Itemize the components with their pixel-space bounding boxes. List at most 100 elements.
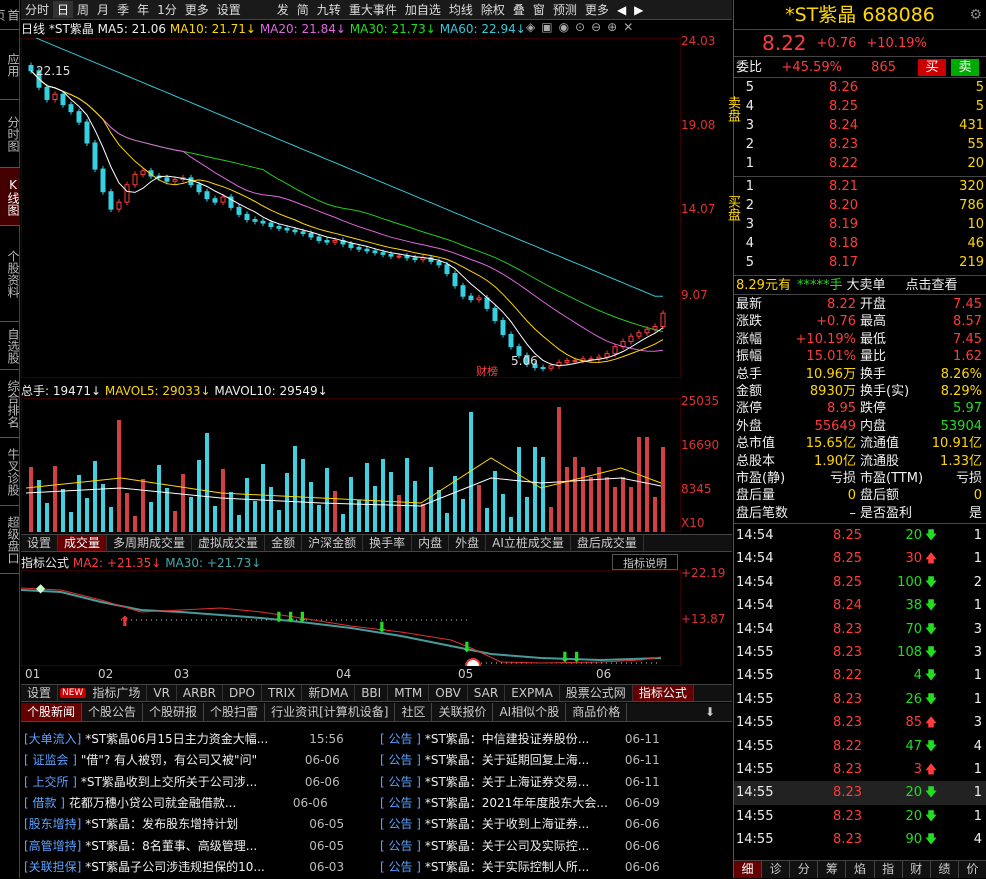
tab-indicator-formula[interactable]: 指标公式 — [632, 685, 694, 701]
news-tab[interactable]: 个股研报 — [143, 703, 205, 721]
tab-item[interactable]: BBI — [355, 685, 389, 701]
big-order-link[interactable]: 点击查看 — [905, 276, 957, 294]
indicator-help-button[interactable]: 指标说明 — [612, 554, 678, 570]
news-item[interactable]: [大单流入] *ST紫晶06月15日主力资金大幅... 15:56 — [24, 730, 374, 751]
tab-item[interactable]: 沪深金额 — [302, 535, 364, 551]
news-tab[interactable]: 个股扫雷 — [204, 703, 266, 721]
tab-setting[interactable]: 设置 — [21, 685, 59, 701]
sidenav-item[interactable]: 个股资料 — [0, 226, 20, 322]
toolbar-item[interactable]: 更多 — [181, 1, 213, 18]
toolbar-item[interactable]: 1分 — [153, 1, 181, 18]
news-item[interactable]: [ 公告 ] *ST紫晶：关于实际控制人所... 06-06 — [380, 858, 730, 879]
news-tab[interactable]: AI相似个股 — [493, 703, 567, 721]
panel-tab[interactable]: 筹 — [818, 861, 847, 878]
sidenav-item[interactable]: 自选股 — [0, 322, 20, 370]
panel-tab[interactable]: 细 — [734, 861, 763, 878]
panel-tab[interactable]: 分 — [790, 861, 819, 878]
news-item[interactable]: [高管增持] *ST紫晶：8名董事、高级管理... 06-05 — [24, 837, 374, 858]
tab-item[interactable]: 新DMA — [302, 685, 356, 701]
news-item[interactable]: [ 证监会 ] "借"? 有人被罚，有公司又被"问" 06-06 — [24, 751, 374, 772]
tab-item[interactable]: 多周期成交量 — [107, 535, 193, 551]
news-tab[interactable]: 个股公告 — [82, 703, 144, 721]
chart-control-icons[interactable]: ◈▣◉⊙⊖⊕✕ — [526, 20, 639, 34]
sidenav-item[interactable]: 分时图 — [0, 100, 20, 168]
event-marker-icon[interactable] — [465, 658, 481, 666]
news-tab[interactable]: 关联报价 — [432, 703, 494, 721]
toolbar-item[interactable]: 九转 — [313, 1, 345, 18]
toolbar-item[interactable]: 均线 — [445, 1, 477, 18]
toolbar-item[interactable]: 窗 — [529, 1, 549, 18]
download-icon[interactable]: ⬇ — [705, 705, 715, 719]
news-tab[interactable]: 商品价格 — [566, 703, 628, 721]
news-item[interactable]: [股东增持] *ST紫晶：发布股东增持计划 06-05 — [24, 815, 374, 836]
tab-item[interactable]: 盘后成交量 — [571, 535, 644, 551]
panel-tab[interactable]: 价 — [958, 861, 986, 878]
tab-item[interactable]: 金额 — [265, 535, 303, 551]
volume-chart[interactable] — [21, 398, 681, 532]
panel-tab[interactable]: 指 — [874, 861, 903, 878]
toolbar-item[interactable]: 年 — [133, 1, 153, 18]
tab-item[interactable]: VR — [147, 685, 177, 701]
tab-volume[interactable]: 成交量 — [58, 535, 108, 551]
sidenav-item[interactable]: K线图 — [0, 168, 20, 226]
toolbar-item[interactable]: 周 — [73, 1, 93, 18]
news-item[interactable]: [ 公告 ] *ST紫晶：关于公司及实际控... 06-06 — [380, 837, 730, 858]
toolbar-item[interactable]: 设置 — [213, 1, 245, 18]
news-tab[interactable]: 行业资讯[计算机设备] — [265, 703, 396, 721]
sidenav-item[interactable]: 牛叉诊股 — [0, 438, 20, 506]
tab-item[interactable]: MTM — [388, 685, 430, 701]
toolbar-item[interactable]: 预测 — [549, 1, 581, 18]
tab-item[interactable]: 股票公式网 — [560, 685, 633, 701]
panel-tab[interactable]: 诊 — [762, 861, 791, 878]
tab-item[interactable]: 内盘 — [412, 535, 450, 551]
toolbar-item[interactable]: 加自选 — [401, 1, 445, 18]
news-item[interactable]: [ 公告 ] *ST紫晶：关于上海证券交易... 06-11 — [380, 773, 730, 794]
sidenav-item[interactable]: 应用 — [0, 30, 20, 100]
candlestick-chart[interactable]: 22.15 5.06 财榜 — [21, 38, 681, 378]
gear-icon[interactable]: ⚙ — [969, 0, 982, 30]
tab-item[interactable]: ARBR — [177, 685, 224, 701]
toolbar-item[interactable]: 发 — [273, 1, 293, 18]
news-item[interactable]: [ 公告 ] *ST紫晶：中信建投证券股份... 06-11 — [380, 730, 730, 751]
toolbar-item[interactable]: 叠 — [509, 1, 529, 18]
tab-item[interactable]: DPO — [223, 685, 262, 701]
toolbar-item[interactable]: 重大事件 — [345, 1, 401, 18]
toolbar-item[interactable]: 简 — [293, 1, 313, 18]
tab-setting[interactable]: 设置 — [21, 535, 59, 551]
toolbar-item[interactable]: 除权 — [477, 1, 509, 18]
news-tab[interactable]: 社区 — [395, 703, 433, 721]
news-item[interactable]: [ 公告 ] *ST紫晶：关于延期回复上海... 06-11 — [380, 751, 730, 772]
tab-item[interactable]: 指标广场 — [86, 685, 148, 701]
forward-icon[interactable]: ▶ — [630, 3, 647, 17]
sell-button[interactable]: 卖 — [951, 59, 979, 76]
indicator-chart[interactable]: ◆ ⬆ ⬇⬇⬇ ⬇ ⬇ ⬇⬇ — [21, 570, 681, 666]
news-item[interactable]: [ 公告 ] *ST紫晶：关于收到上海证券... 06-06 — [380, 815, 730, 836]
tab-item[interactable]: TRIX — [262, 685, 303, 701]
tab-item[interactable]: SAR — [468, 685, 506, 701]
sidenav-item[interactable]: 首页 — [0, 0, 20, 30]
panel-tab[interactable]: 财 — [902, 861, 931, 878]
panel-tab[interactable]: 绩 — [930, 861, 959, 878]
toolbar-item[interactable]: 月 — [93, 1, 113, 18]
sidenav-item[interactable]: 综合排名 — [0, 370, 20, 438]
toolbar-item-day[interactable]: 日 — [53, 1, 74, 18]
news-tab[interactable]: 个股新闻 — [21, 703, 83, 721]
tick-volume: 20 — [905, 808, 922, 824]
tab-item[interactable]: OBV — [429, 685, 468, 701]
tab-item[interactable]: EXPMA — [505, 685, 560, 701]
back-icon[interactable]: ◀ — [613, 3, 630, 17]
news-item[interactable]: [关联担保] *ST紫晶子公司涉违规担保的10... 06-03 — [24, 858, 374, 879]
news-item[interactable]: [ 借款 ] 花都万穗小贷公司就金融借款... 06-06 — [24, 794, 374, 815]
tab-item[interactable]: AI立桩成交量 — [486, 535, 571, 551]
toolbar-item[interactable]: 更多 — [581, 1, 613, 18]
tab-item[interactable]: 换手率 — [363, 535, 413, 551]
tab-item[interactable]: 虚拟成交量 — [192, 535, 266, 551]
tab-item[interactable]: 外盘 — [449, 535, 487, 551]
sidenav-item[interactable]: 超级盘口 — [0, 506, 20, 574]
buy-button[interactable]: 买 — [918, 59, 946, 76]
news-item[interactable]: [ 上交所 ] *ST紫晶收到上交所关于公司涉... 06-06 — [24, 773, 374, 794]
toolbar-item[interactable]: 分时 — [21, 1, 53, 18]
panel-tab[interactable]: 焰 — [846, 861, 875, 878]
toolbar-item[interactable]: 季 — [113, 1, 133, 18]
news-item[interactable]: [ 公告 ] *ST紫晶：2021年年度股东大会... 06-09 — [380, 794, 730, 815]
